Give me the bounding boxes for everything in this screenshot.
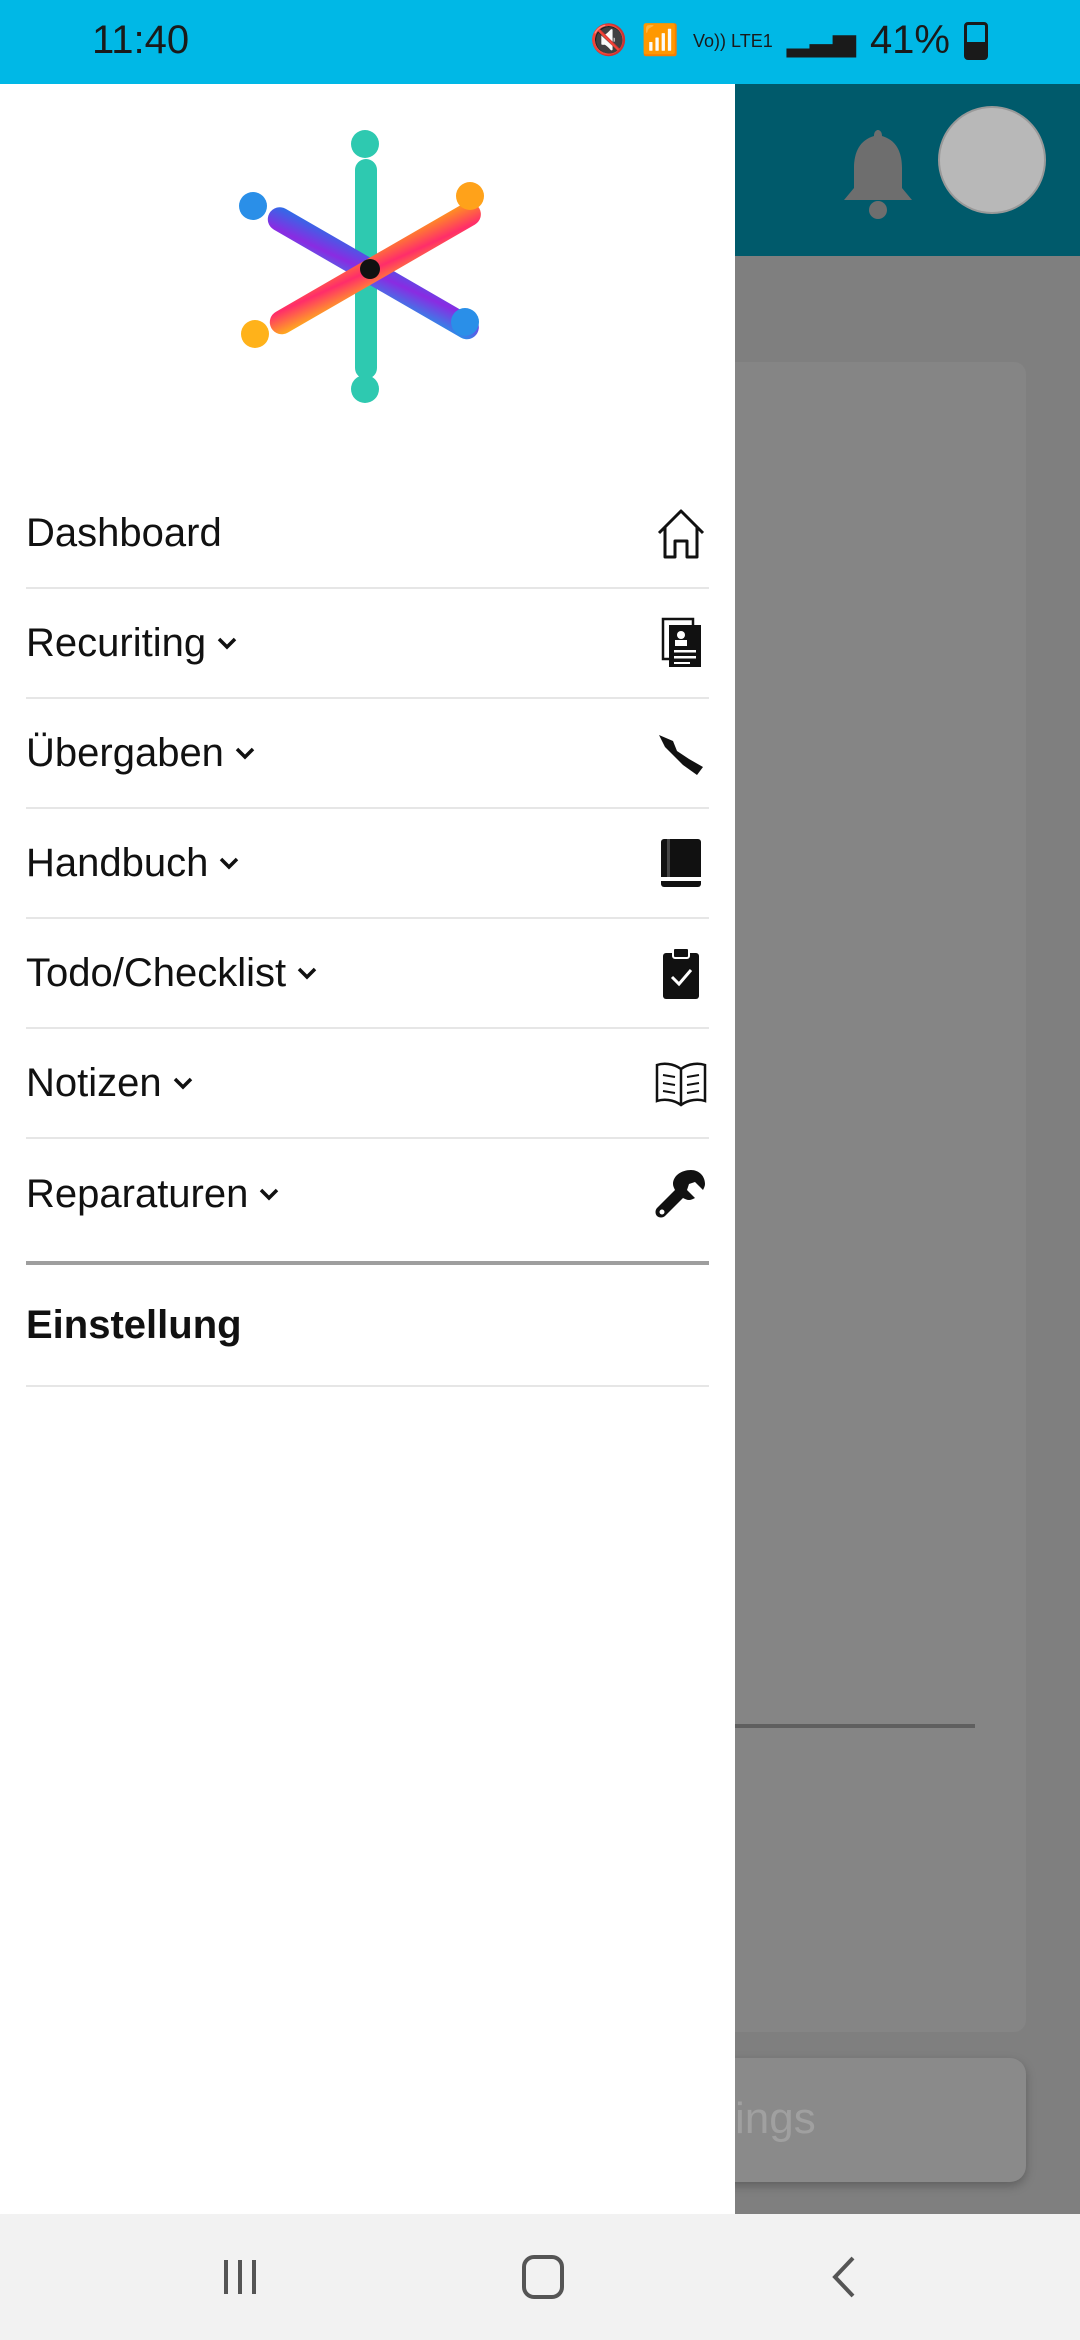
menu-item-label: Übergaben xyxy=(26,730,224,775)
chevron-down-icon[interactable] xyxy=(216,850,242,876)
open-book-icon xyxy=(653,1055,709,1111)
menu-item-dashboard[interactable]: Dashboard xyxy=(26,479,709,589)
menu-item-uebergaben[interactable]: Übergaben xyxy=(26,699,709,809)
chevron-down-icon[interactable] xyxy=(214,630,240,656)
chevron-down-icon[interactable] xyxy=(294,960,320,986)
lte-indicator: Vo)) LTE1 xyxy=(693,30,773,51)
status-bar: 11:40 🔇 📶 Vo)) LTE1 ▂▃▅ 41% xyxy=(0,0,1080,84)
menu-item-label: Handbuch xyxy=(26,840,209,885)
menu-item-notizen[interactable]: Notizen xyxy=(26,1029,709,1139)
battery-icon xyxy=(964,21,988,60)
handover-icon xyxy=(653,725,709,781)
resume-document-icon xyxy=(653,615,709,671)
clipboard-check-icon xyxy=(653,945,709,1001)
status-icons: 🔇 📶 Vo)) LTE1 ▂▃▅ 41% xyxy=(590,18,988,63)
app-logo xyxy=(239,130,484,403)
book-icon xyxy=(653,835,709,891)
home-icon xyxy=(653,505,709,561)
chevron-down-icon[interactable] xyxy=(256,1181,282,1207)
menu-item-label: Dashboard xyxy=(26,510,222,555)
drawer-menu: Dashboard Recuriting Übergaben Handbuch … xyxy=(26,479,709,1387)
navigation-drawer: Dashboard Recuriting Übergaben Handbuch … xyxy=(0,84,735,2214)
back-icon[interactable] xyxy=(815,2252,875,2302)
menu-item-label: Notizen xyxy=(26,1060,162,1105)
recent-apps-icon[interactable] xyxy=(210,2252,270,2302)
divider xyxy=(735,1724,975,1728)
chevron-down-icon[interactable] xyxy=(232,740,258,766)
menu-item-recruiting[interactable]: Recuriting xyxy=(26,589,709,699)
menu-item-label: Einstellung xyxy=(26,1302,242,1347)
system-navigation-bar xyxy=(0,2214,1080,2340)
wrench-icon xyxy=(653,1166,709,1222)
menu-item-label: Recuriting xyxy=(26,620,207,665)
menu-item-label: Reparaturen xyxy=(26,1171,249,1216)
battery-percentage: 41% xyxy=(869,18,950,62)
menu-item-reparaturen[interactable]: Reparaturen xyxy=(26,1139,709,1249)
menu-item-einstellung[interactable]: Einstellung xyxy=(26,1265,709,1387)
menu-item-label: Todo/Checklist xyxy=(26,950,287,995)
content-card xyxy=(690,362,1026,2032)
signal-icon: ▂▃▅ xyxy=(786,24,856,57)
status-time: 11:40 xyxy=(92,18,190,62)
avatar[interactable] xyxy=(938,106,1046,214)
settings-button-label: ings xyxy=(735,2094,816,2143)
mute-icon: 🔇 xyxy=(590,24,628,57)
chevron-down-icon[interactable] xyxy=(170,1070,196,1096)
menu-item-handbuch[interactable]: Handbuch xyxy=(26,809,709,919)
wifi-icon: 📶 xyxy=(641,24,680,57)
menu-item-todo-checklist[interactable]: Todo/Checklist xyxy=(26,919,709,1029)
notification-bell-icon[interactable] xyxy=(838,122,918,222)
home-button-icon[interactable] xyxy=(513,2252,573,2302)
